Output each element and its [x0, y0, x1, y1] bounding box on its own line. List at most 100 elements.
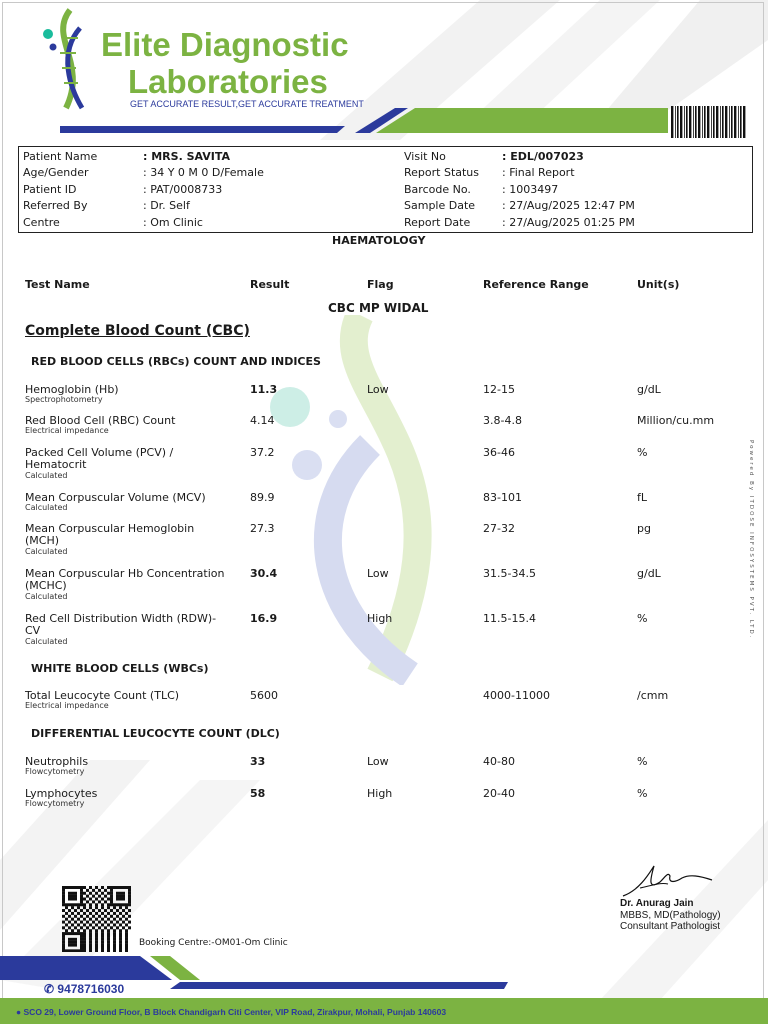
signatory-degree: MBBS, MD(Pathology) [620, 910, 721, 921]
group-rbc-heading: RED BLOOD CELLS (RBCs) COUNT AND INDICES [31, 355, 321, 368]
test-method: Calculated [25, 547, 68, 556]
panel-name: CBC MP WIDAL [328, 301, 429, 315]
test-reference-range: 4000-11000 [483, 689, 550, 702]
test-method: Calculated [25, 471, 68, 480]
test-name-cont: (MCH) [25, 534, 60, 547]
test-unit: % [637, 787, 648, 800]
visit-no-label: Visit No [404, 150, 446, 163]
report-status-value: : Final Report [502, 166, 575, 179]
test-unit: fL [637, 491, 648, 504]
footer-address-line: ● SCO 29, Lower Ground Floor, B Block Ch… [16, 1007, 446, 1017]
test-flag: High [367, 787, 393, 800]
test-result: 58 [250, 787, 266, 800]
footer-address: SCO 29, Lower Ground Floor, B Block Chan… [23, 1007, 447, 1017]
test-flag: Low [367, 567, 389, 580]
patient-name-value: : MRS. SAVITA [143, 150, 231, 163]
test-reference-range: 36-46 [483, 446, 515, 459]
test-reference-range: 20-40 [483, 787, 515, 800]
qr-code-image [62, 886, 131, 952]
referred-by-label: Referred By [23, 199, 88, 212]
test-reference-range: 3.8-4.8 [483, 414, 522, 427]
test-method: Flowcytometry [25, 799, 85, 808]
test-unit: Million/cu.mm [637, 414, 715, 427]
test-result: 4.14 [250, 414, 275, 427]
test-unit: % [637, 612, 648, 625]
test-unit: % [637, 446, 648, 459]
section-title: Complete Blood Count (CBC) [25, 323, 250, 339]
signatory-name: Dr. Anurag Jain [620, 898, 694, 909]
test-method: Calculated [25, 637, 68, 646]
group-wbc-heading: WHITE BLOOD CELLS (WBCs) [31, 662, 209, 675]
test-result: 11.3 [250, 383, 278, 396]
test-method: Spectrophotometry [25, 395, 103, 404]
patient-info-box [18, 146, 753, 233]
visit-no-value: : EDL/007023 [502, 150, 584, 163]
barcode-no-value: : 1003497 [502, 183, 559, 196]
test-unit: g/dL [637, 567, 661, 580]
test-name-cont: (MCHC) [25, 579, 67, 592]
patient-name-label: Patient Name [23, 150, 98, 163]
test-unit: /cmm [637, 689, 669, 702]
barcode-no-label: Barcode No. [404, 183, 471, 196]
col-units: Unit(s) [637, 278, 680, 291]
age-gender-value: : 34 Y 0 M 0 D/Female [143, 166, 264, 179]
test-name-cont: CV [25, 624, 41, 637]
booking-centre: Booking Centre:-OM01-Om Clinic [139, 938, 288, 948]
barcode-image [671, 106, 746, 138]
col-reference-range: Reference Range [483, 278, 589, 291]
test-result: 30.4 [250, 567, 278, 580]
lab-name-line1: Elite Diagnostic [101, 26, 349, 63]
powered-by-text: Powered By ITDOSE INFOSYSTEMS PVT. LTD. [748, 440, 754, 640]
header-bars [60, 108, 668, 133]
col-test-name: Test Name [25, 278, 90, 291]
centre-value: : Om Clinic [143, 216, 203, 229]
watermark-dna-icon [270, 315, 432, 685]
test-result: 33 [250, 755, 266, 768]
test-reference-range: 83-101 [483, 491, 522, 504]
centre-label: Centre [23, 216, 60, 229]
test-flag: High [367, 612, 393, 625]
patient-id-label: Patient ID [23, 183, 77, 196]
lab-name-line2: Laboratories [128, 63, 328, 100]
test-unit: g/dL [637, 383, 661, 396]
test-method: Flowcytometry [25, 767, 85, 776]
dna-logo-icon [40, 8, 100, 113]
test-unit: pg [637, 522, 651, 535]
phone-number: 9478716030 [57, 982, 125, 996]
col-flag: Flag [367, 278, 394, 291]
test-method: Electrical impedance [25, 426, 109, 435]
sample-date-label: Sample Date [404, 199, 476, 212]
location-pin-icon: ● [16, 1007, 22, 1017]
test-reference-range: 40-80 [483, 755, 515, 768]
signatory-title: Consultant Pathologist [620, 921, 721, 932]
age-gender-label: Age/Gender [23, 166, 89, 179]
report-date-value: : 27/Aug/2025 01:25 PM [502, 216, 635, 229]
sample-date-value: : 27/Aug/2025 12:47 PM [502, 199, 635, 212]
report-date-label: Report Date [404, 216, 471, 229]
test-reference-range: 31.5-34.5 [483, 567, 536, 580]
test-flag: Low [367, 755, 389, 768]
footer-phone: ✆ 9478716030 [44, 982, 124, 996]
test-reference-range: 11.5-15.4 [483, 612, 536, 625]
test-reference-range: 12-15 [483, 383, 515, 396]
test-result: 37.2 [250, 446, 275, 459]
test-result: 16.9 [250, 612, 278, 625]
test-name-cont: Hematocrit [25, 458, 87, 471]
test-flag: Low [367, 383, 389, 396]
test-method: Calculated [25, 592, 68, 601]
test-reference-range: 27-32 [483, 522, 515, 535]
referred-by-value: : Dr. Self [143, 199, 190, 212]
group-dlc-heading: DIFFERENTIAL LEUCOCYTE COUNT (DLC) [31, 727, 280, 740]
test-method: Electrical impedance [25, 701, 109, 710]
signature-image [622, 865, 713, 897]
report-status-label: Report Status [404, 166, 480, 179]
phone-icon: ✆ [44, 982, 55, 996]
test-unit: % [637, 755, 648, 768]
test-result: 27.3 [250, 522, 275, 535]
test-method: Calculated [25, 503, 68, 512]
department-title: HAEMATOLOGY [332, 234, 426, 247]
patient-id-value: : PAT/0008733 [143, 183, 223, 196]
col-result: Result [250, 278, 290, 291]
test-result: 5600 [250, 689, 278, 702]
test-name: Red Cell Distribution Width (RDW)- [25, 612, 217, 625]
